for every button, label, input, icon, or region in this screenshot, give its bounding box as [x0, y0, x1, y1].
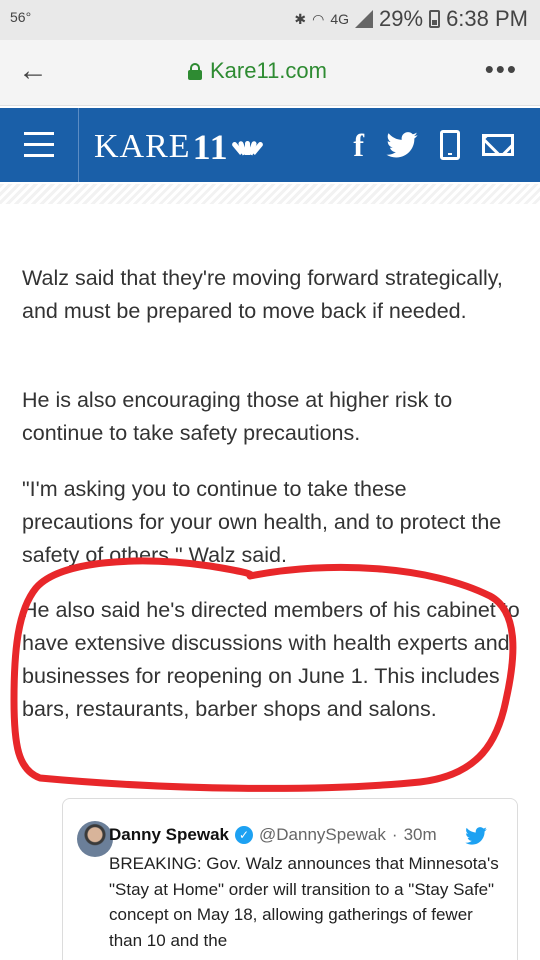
logo-number: 11	[192, 127, 229, 167]
facebook-icon[interactable]: f	[353, 129, 364, 161]
network-type: 4G	[330, 11, 350, 27]
site-logo[interactable]: KARE 11	[94, 126, 264, 168]
tweet-author-handle[interactable]: @DannySpewak	[259, 825, 386, 845]
article-paragraph: Walz said that they're moving forward st…	[22, 266, 503, 323]
url-bar[interactable]: Kare11.com	[188, 58, 327, 84]
social-links: f	[353, 129, 514, 161]
article-paragraph: He also said he's directed members of hi…	[22, 598, 520, 721]
browser-toolbar: ← Kare11.com •••	[0, 40, 540, 106]
header-hatch-divider	[0, 184, 540, 204]
twitter-icon[interactable]	[386, 132, 418, 158]
battery-percent: 29%	[379, 6, 424, 31]
overflow-menu-icon[interactable]: •••	[485, 54, 518, 85]
site-header: KARE 11 f	[0, 106, 540, 184]
back-arrow-icon[interactable]: ←	[18, 54, 48, 88]
header-divider	[78, 108, 79, 182]
signal-icon	[355, 10, 374, 28]
logo-text: KARE	[94, 128, 191, 165]
status-bar: 56° ✱ ◠ 4G 29% 6:38 PM	[0, 0, 540, 40]
mobile-icon[interactable]	[440, 130, 460, 160]
avatar[interactable]	[77, 821, 113, 857]
tweet-header: Danny Spewak ✓ @DannySpewak · 30m	[109, 825, 437, 845]
temperature: 56°	[10, 9, 32, 25]
url-text: Kare11.com	[210, 58, 327, 83]
battery-icon	[429, 10, 441, 28]
article-paragraph: "I'm asking you to continue to take thes…	[22, 477, 502, 567]
mail-icon[interactable]	[482, 134, 514, 156]
status-icons: ✱ ◠ 4G 29% 6:38 PM	[294, 6, 528, 32]
embedded-tweet[interactable]: Danny Spewak ✓ @DannySpewak · 30m BREAKI…	[62, 798, 518, 960]
twitter-bird-icon[interactable]	[465, 827, 487, 845]
wifi-icon: ◠	[312, 10, 325, 27]
peacock-icon	[230, 139, 264, 156]
hamburger-menu-icon[interactable]	[24, 132, 54, 160]
tweet-separator: ·	[391, 825, 398, 844]
tweet-text: BREAKING: Gov. Walz announces that Minne…	[109, 854, 499, 950]
verified-badge-icon: ✓	[235, 826, 253, 844]
tweet-time[interactable]: 30m	[404, 825, 437, 845]
tweet-author-name[interactable]: Danny Spewak	[109, 825, 229, 845]
clock: 6:38 PM	[446, 6, 528, 31]
article-paragraph: He is also encouraging those at higher r…	[22, 388, 453, 445]
bluetooth-icon: ✱	[294, 10, 307, 27]
lock-icon	[188, 62, 202, 80]
